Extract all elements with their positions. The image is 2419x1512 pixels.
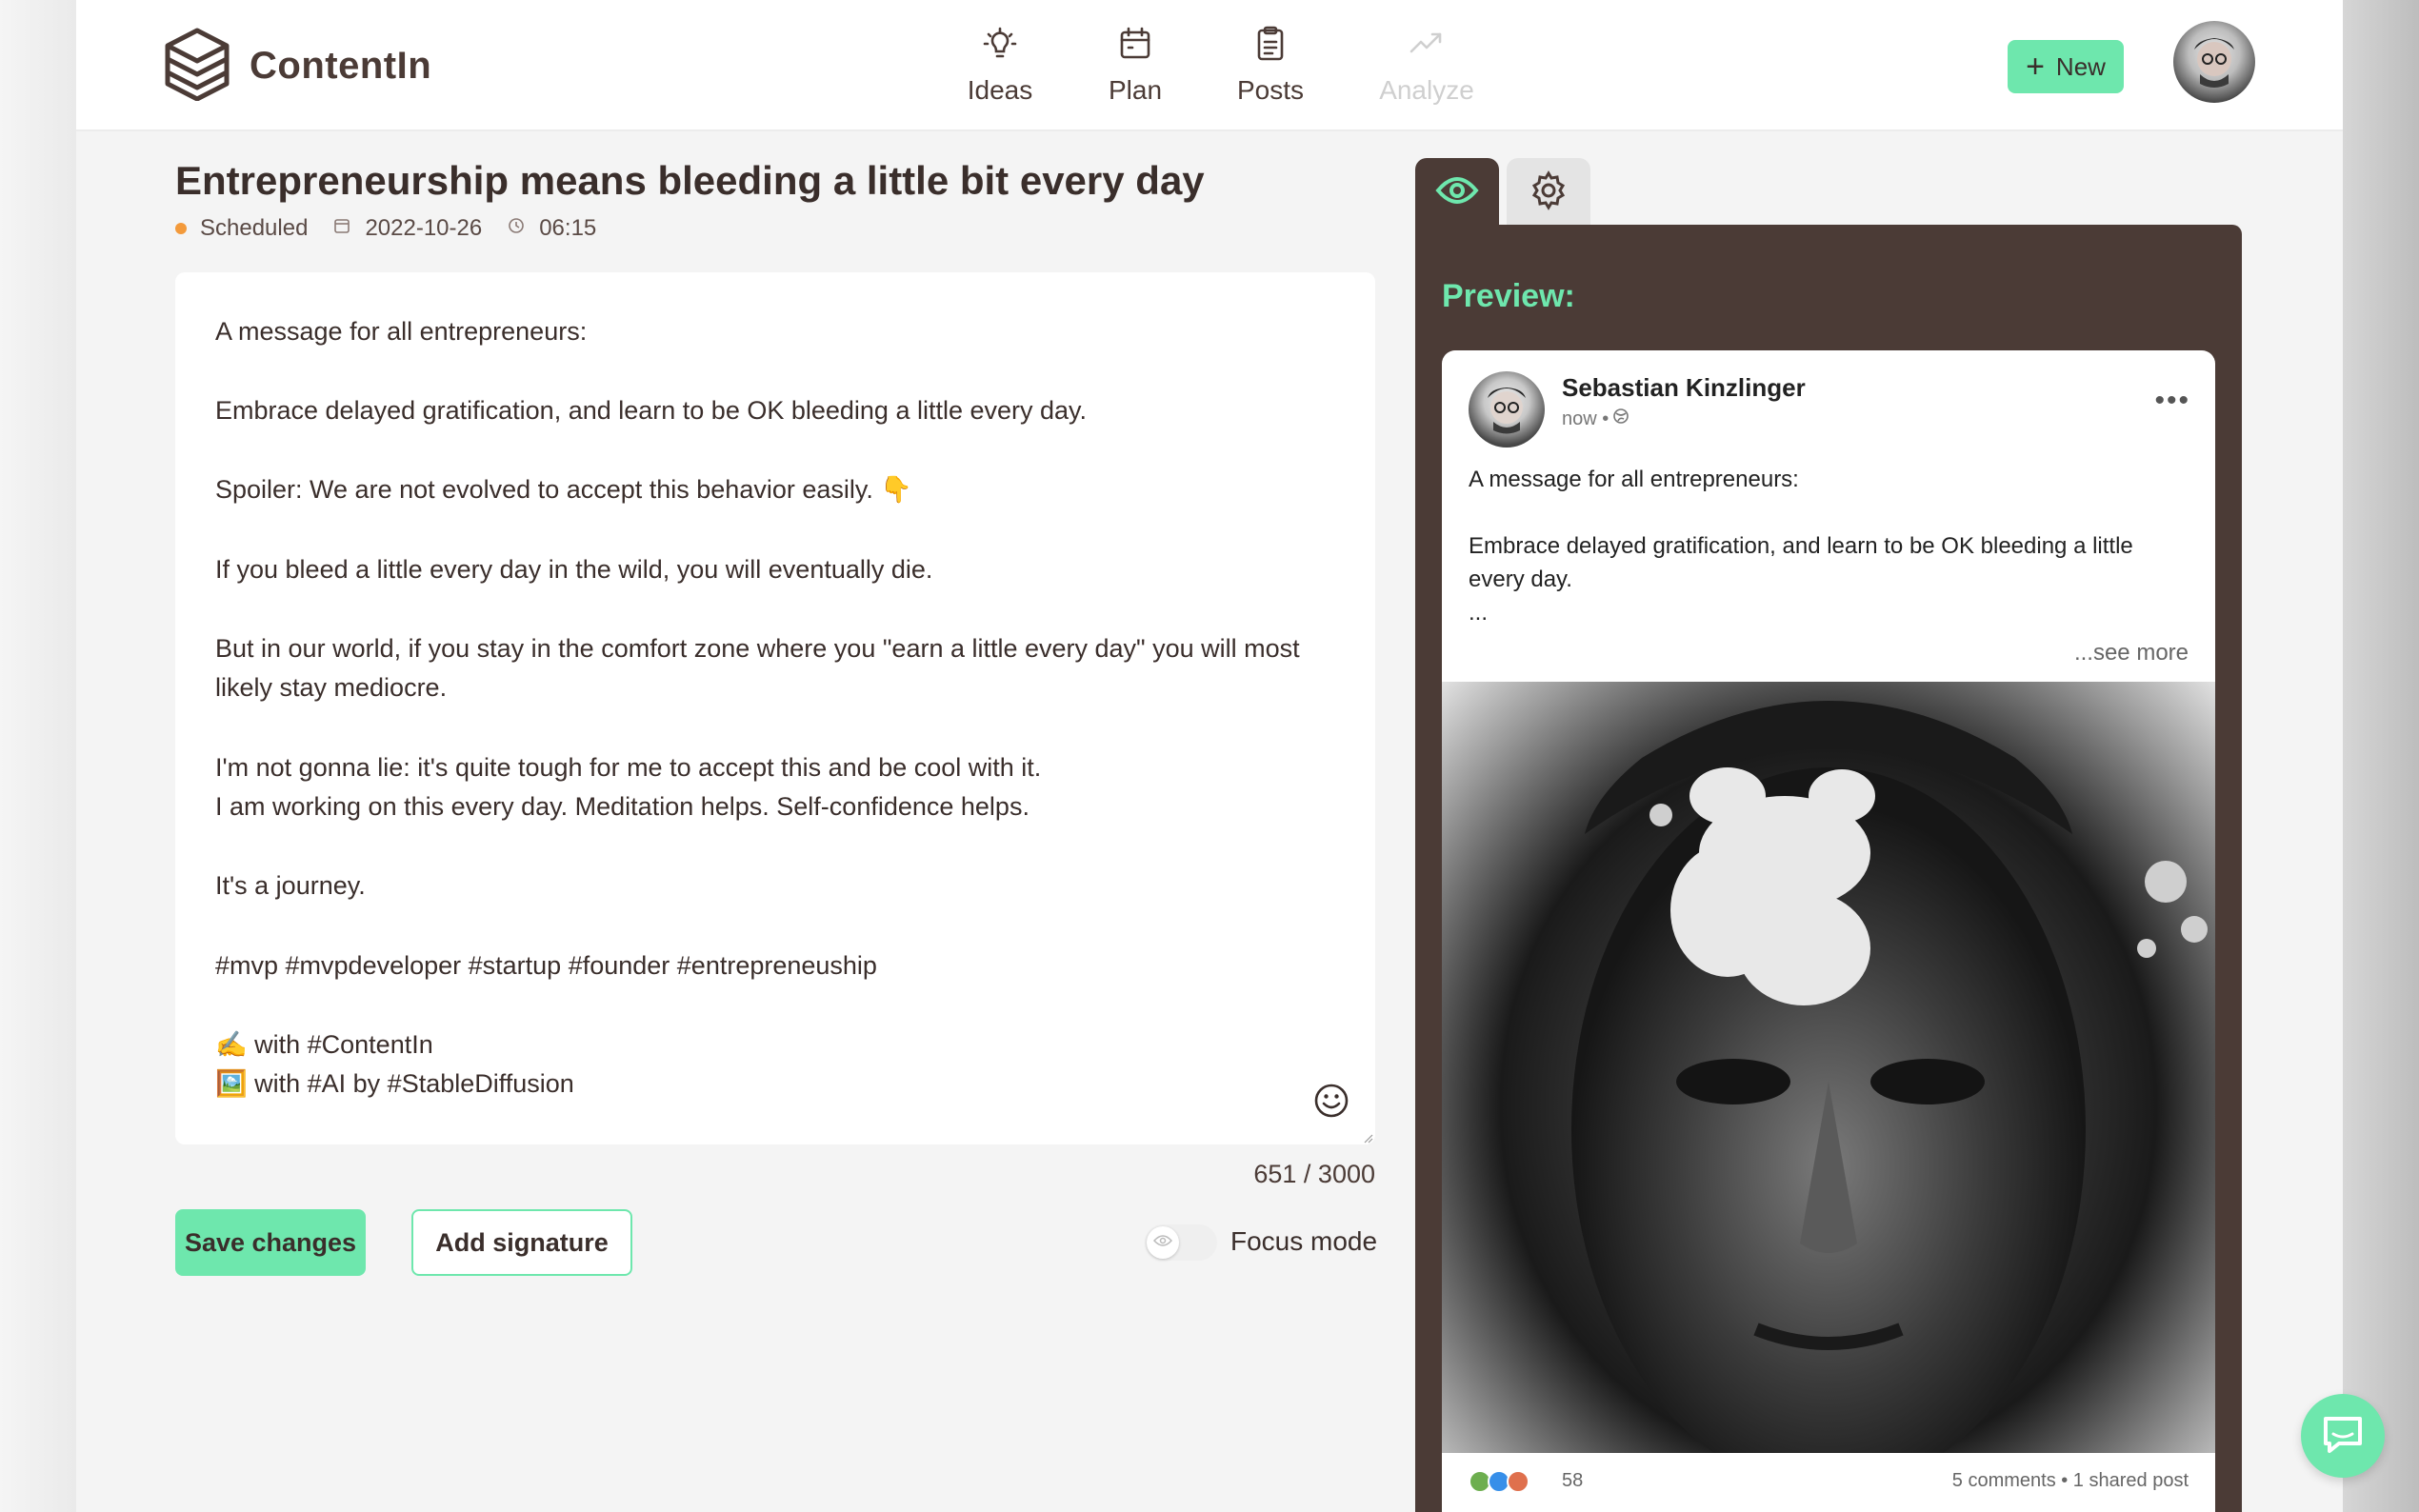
nav-item-analyze[interactable]: Analyze	[1360, 25, 1493, 106]
background-right	[2343, 0, 2419, 1512]
trend-icon	[1408, 25, 1446, 70]
portrait-image-icon	[1571, 701, 2208, 1491]
background-left	[0, 0, 76, 1512]
reaction-count: 58	[1562, 1470, 1584, 1491]
preview-panel: Preview: Sebastian Kinzlinger now • •••	[1415, 225, 2242, 1512]
post-image	[1442, 682, 2215, 1491]
post-title[interactable]: Entrepreneurship means bleeding a little…	[175, 158, 1205, 204]
preview-heading: Preview:	[1442, 278, 1575, 314]
linkedin-post-preview: Sebastian Kinzlinger now • ••• A message…	[1442, 350, 2215, 1512]
globe-icon	[1612, 408, 1629, 430]
focus-mode-toggle[interactable]	[1145, 1224, 1217, 1261]
post-timestamp: now •	[1562, 408, 1629, 430]
user-avatar[interactable]	[2173, 21, 2255, 103]
eye-small-icon	[1152, 1234, 1173, 1252]
main-nav: Ideas Plan Posts Analyze	[76, 25, 2343, 110]
resize-handle-icon[interactable]	[1362, 1131, 1373, 1144]
toggle-knob	[1147, 1226, 1179, 1259]
calendar-small-icon	[332, 215, 351, 242]
author-avatar	[1469, 371, 1545, 448]
top-header: ContentIn Ideas Plan Posts Analyze + New	[76, 0, 2343, 131]
face-icon	[1488, 388, 1526, 434]
lightbulb-icon	[981, 25, 1019, 70]
character-counter: 651 / 3000	[1253, 1160, 1375, 1188]
post-date[interactable]: 2022-10-26	[365, 215, 482, 242]
new-button[interactable]: + New	[2008, 40, 2124, 93]
support-chat-button[interactable]	[2301, 1394, 2385, 1478]
see-more-link[interactable]: ...see more	[2074, 640, 2189, 666]
nav-label-analyze: Analyze	[1379, 75, 1474, 105]
post-footer: 58 5 comments • 1 shared post	[1442, 1453, 2215, 1512]
love-icon	[1507, 1470, 1529, 1493]
save-button[interactable]: Save changes	[175, 1209, 366, 1276]
clock-icon	[507, 215, 526, 242]
plus-icon: +	[2026, 49, 2045, 85]
add-signature-button[interactable]: Add signature	[411, 1209, 632, 1276]
nav-item-ideas[interactable]: Ideas	[933, 25, 1067, 106]
nav-label-posts: Posts	[1236, 75, 1305, 105]
post-timestamp-text: now •	[1562, 408, 1609, 429]
post-time[interactable]: 06:15	[539, 215, 596, 242]
post-editor[interactable]: A message for all entrepreneurs: Embrace…	[175, 272, 1375, 1144]
post-body[interactable]: A message for all entrepreneurs: Embrace…	[215, 312, 1339, 1104]
tab-settings[interactable]	[1507, 158, 1590, 227]
face-icon	[2194, 38, 2234, 88]
post-meta: Scheduled 2022-10-26 06:15	[175, 215, 596, 242]
post-stats: 5 comments • 1 shared post	[1951, 1470, 2189, 1491]
reaction-icons	[1469, 1470, 1529, 1493]
nav-item-plan[interactable]: Plan	[1069, 25, 1202, 106]
more-options-icon[interactable]: •••	[2154, 387, 2190, 415]
gear-icon	[1528, 169, 1569, 216]
emoji-icon[interactable]	[1312, 1082, 1350, 1120]
tab-preview[interactable]	[1415, 158, 1499, 227]
new-button-label: New	[2055, 51, 2106, 81]
focus-mode-label: Focus mode	[1230, 1226, 1378, 1256]
post-excerpt: A message for all entrepreneurs: Embrace…	[1469, 467, 2133, 626]
calendar-icon	[1116, 25, 1154, 70]
clipboard-icon	[1251, 25, 1289, 70]
status-dot	[175, 223, 187, 234]
nav-item-posts[interactable]: Posts	[1204, 25, 1337, 106]
chat-bubble-icon	[2320, 1411, 2366, 1462]
nav-label-ideas: Ideas	[967, 75, 1033, 105]
eye-icon	[1435, 174, 1479, 211]
app-window: ContentIn Ideas Plan Posts Analyze + New…	[76, 0, 2385, 1512]
nav-label-plan: Plan	[1108, 75, 1163, 105]
author-name: Sebastian Kinzlinger	[1562, 373, 1806, 402]
status-badge: Scheduled	[200, 215, 309, 241]
